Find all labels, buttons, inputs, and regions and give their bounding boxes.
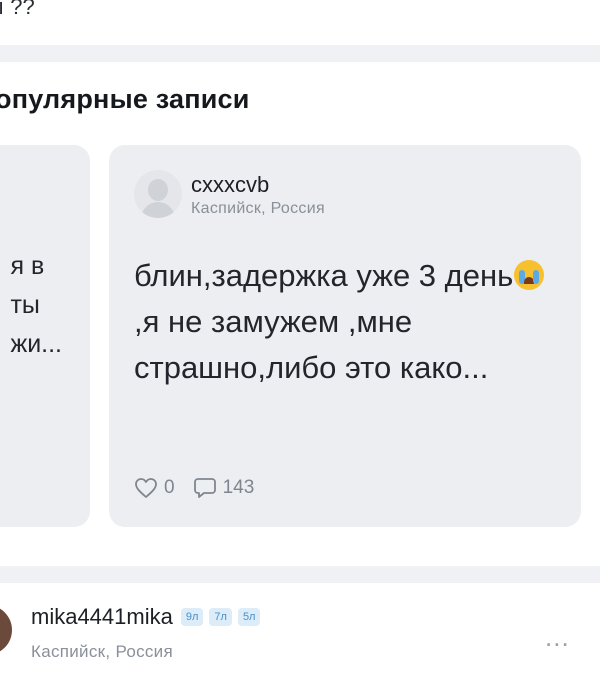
age-badge: 9л: [180, 608, 204, 626]
previous-post-text-fragment: ı ??: [0, 0, 35, 19]
feed-page: ı ?? опулярные записи я в ты жи... cxxxc…: [0, 0, 600, 687]
comment-count: 143: [222, 477, 255, 498]
next-post-author[interactable]: mika4441mika 9л 7л 5л: [31, 604, 266, 630]
post-author-location: Каспийск, Россия: [191, 200, 325, 217]
previous-card-text: я в ты жи...: [10, 247, 62, 364]
post-text-part: ,я не замужем ,мне страшно,либо это како…: [134, 304, 489, 385]
comments-button[interactable]: 143: [193, 477, 255, 499]
like-button[interactable]: 0: [134, 477, 175, 499]
popular-post-card[interactable]: cxxxcvb Каспийск, Россия блин,задержка у…: [109, 145, 581, 527]
comment-icon: [193, 478, 216, 498]
feed-divider: [0, 566, 600, 583]
child-age-badges: 9л 7л 5л: [180, 608, 267, 626]
popular-post-card-previous[interactable]: я в ты жи...: [0, 145, 90, 527]
post-text-part: блин,задержка уже 3 день: [134, 258, 514, 293]
avatar[interactable]: [134, 170, 182, 218]
previous-card-line: ты: [10, 291, 40, 319]
previous-card-line: жи...: [10, 330, 62, 358]
age-badge: 7л: [209, 608, 232, 626]
avatar[interactable]: [0, 605, 12, 655]
post-text[interactable]: блин,задержка уже 3 день ,я не замужем ,м…: [134, 253, 564, 391]
previous-card-line: я в: [10, 252, 45, 280]
section-divider: [0, 45, 600, 62]
user-placeholder-icon: [148, 179, 168, 201]
crying-face-icon: [514, 260, 545, 290]
heart-icon: [135, 478, 157, 498]
section-title: опулярные записи: [0, 84, 250, 114]
age-badge: 5л: [237, 608, 261, 626]
next-post-location: Каспийск, Россия: [31, 642, 173, 661]
post-author-username[interactable]: cxxxcvb: [191, 172, 269, 198]
more-options-icon[interactable]: ...: [545, 622, 570, 653]
like-count: 0: [164, 477, 175, 498]
post-stats: 0 143: [134, 475, 272, 501]
next-post-username: mika4441mika: [31, 604, 173, 629]
